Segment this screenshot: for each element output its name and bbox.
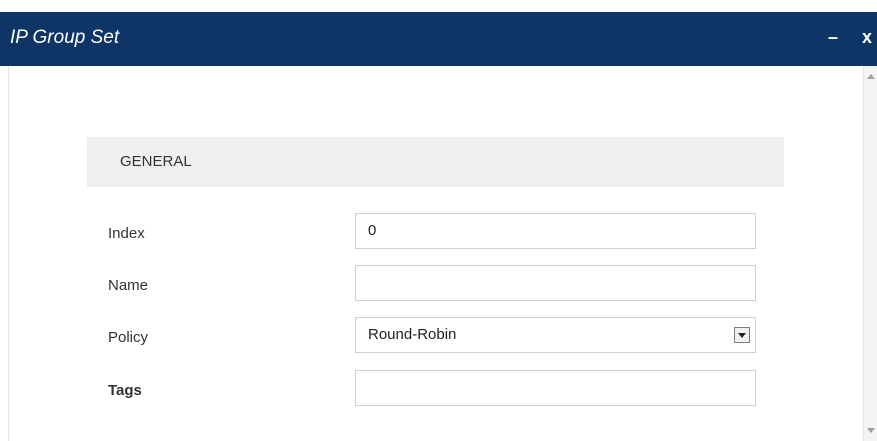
tags-label: Tags	[108, 382, 142, 399]
chevron-down-icon[interactable]	[734, 327, 750, 343]
name-label: Name	[108, 277, 149, 294]
close-button[interactable]: x	[862, 26, 872, 48]
vertical-scrollbar[interactable]	[863, 66, 877, 441]
dialog-title: IP Group Set	[10, 27, 120, 48]
section-title: GENERAL	[120, 153, 192, 170]
index-label: Index	[108, 225, 145, 242]
name-input[interactable]	[355, 265, 756, 301]
scroll-up-icon[interactable]	[867, 74, 875, 79]
scroll-down-icon[interactable]	[867, 428, 875, 433]
tags-input[interactable]	[355, 370, 756, 406]
minimize-button[interactable]: –	[828, 26, 838, 48]
policy-select[interactable]: Round-Robin	[355, 317, 756, 353]
dialog-left-border	[8, 66, 9, 441]
policy-label: Policy	[108, 329, 149, 346]
dialog-titlebar: IP Group Set – x	[0, 12, 877, 66]
section-header-general: GENERAL	[87, 137, 784, 187]
index-input[interactable]: 0	[355, 213, 756, 249]
policy-selected-value: Round-Robin	[368, 326, 457, 343]
